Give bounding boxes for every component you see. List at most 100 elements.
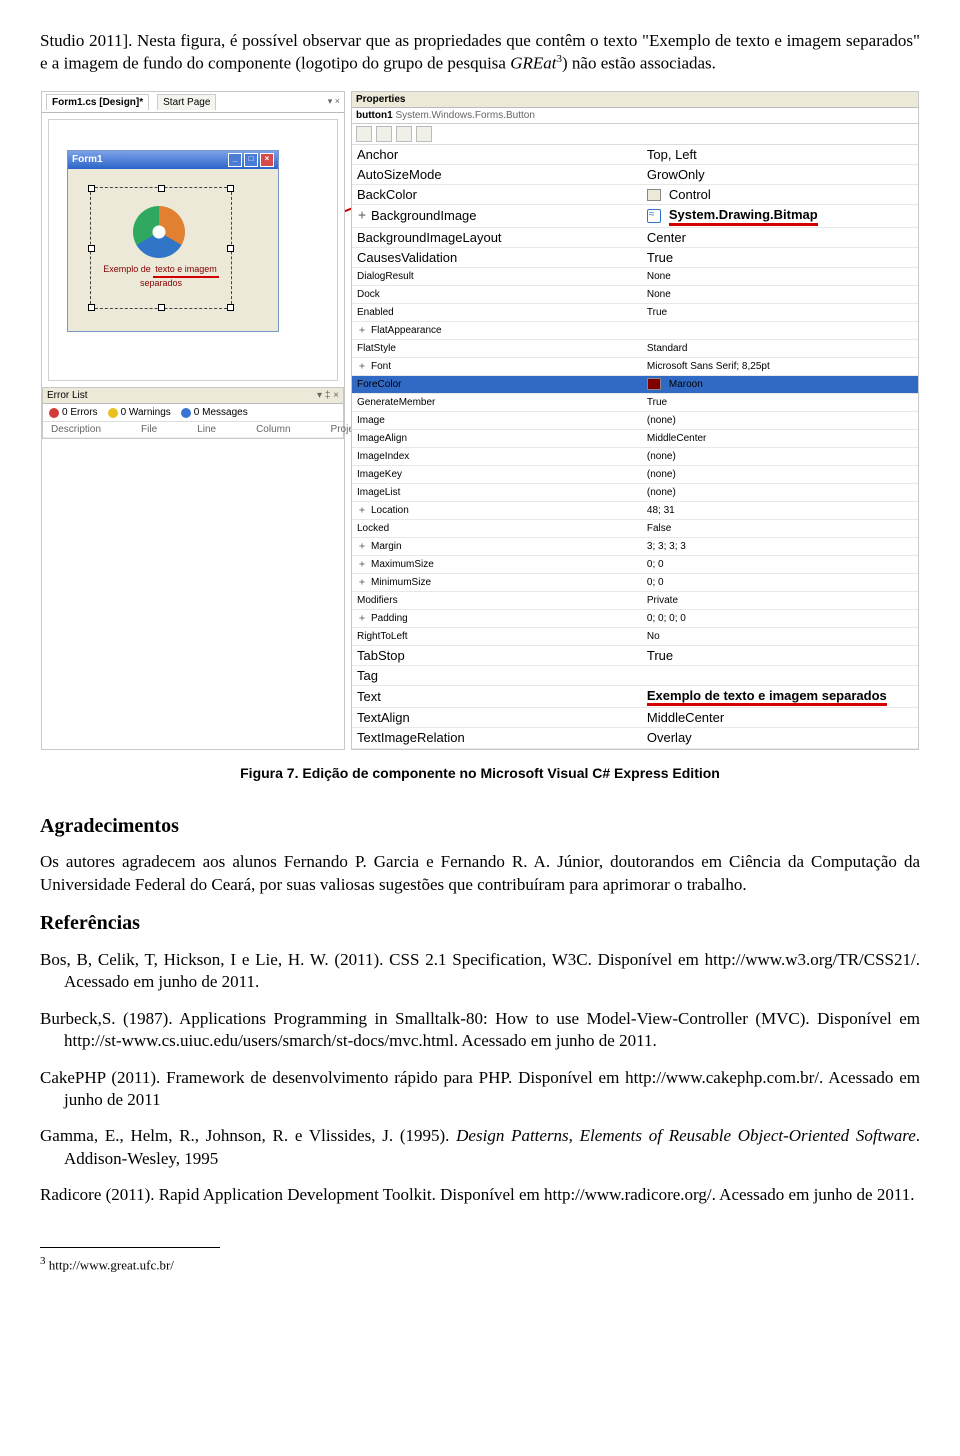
- expand-icon[interactable]: +: [357, 207, 367, 224]
- expand-icon[interactable]: +: [357, 504, 367, 517]
- col-line[interactable]: Line: [197, 423, 216, 436]
- property-value[interactable]: Microsoft Sans Serif; 8,25pt: [642, 358, 918, 376]
- property-name[interactable]: Text: [352, 686, 642, 708]
- property-grid-top[interactable]: AnchorTop, LeftAutoSizeModeGrowOnlyBackC…: [352, 145, 918, 268]
- property-value[interactable]: Center: [642, 228, 918, 248]
- property-value[interactable]: Exemplo de texto e imagem separados: [642, 686, 918, 708]
- property-name[interactable]: RightToLeft: [352, 628, 642, 646]
- resize-handle[interactable]: [158, 304, 165, 311]
- warnings-filter[interactable]: 0 Warnings: [108, 406, 171, 419]
- resize-handle[interactable]: [88, 245, 95, 252]
- col-description[interactable]: Description: [51, 423, 101, 436]
- button1-component[interactable]: Exemplo de texto e imagem separados: [90, 187, 232, 309]
- property-name[interactable]: +FlatAppearance: [352, 322, 642, 340]
- col-column[interactable]: Column: [256, 423, 290, 436]
- property-value[interactable]: 0; 0; 0; 0: [642, 610, 918, 628]
- property-name[interactable]: CausesValidation: [352, 248, 642, 268]
- property-value[interactable]: [642, 322, 918, 340]
- property-name[interactable]: Locked: [352, 520, 642, 538]
- form1-body[interactable]: Exemplo de texto e imagem separados: [68, 169, 278, 329]
- messages-filter[interactable]: 0 Messages: [181, 406, 248, 419]
- property-name[interactable]: ForeColor: [352, 376, 642, 394]
- property-name[interactable]: ImageList: [352, 484, 642, 502]
- events-icon[interactable]: [416, 126, 432, 142]
- expand-icon[interactable]: +: [357, 558, 367, 571]
- property-value[interactable]: (none): [642, 448, 918, 466]
- property-name[interactable]: BackColor: [352, 185, 642, 205]
- expand-icon[interactable]: +: [357, 360, 367, 373]
- property-value[interactable]: 3; 3; 3; 3: [642, 538, 918, 556]
- property-value[interactable]: Overlay: [642, 728, 918, 748]
- resize-handle[interactable]: [88, 304, 95, 311]
- expand-icon[interactable]: +: [357, 612, 367, 625]
- property-name[interactable]: BackgroundImageLayout: [352, 228, 642, 248]
- tab-form1-design[interactable]: Form1.cs [Design]*: [46, 94, 149, 110]
- property-name[interactable]: TextImageRelation: [352, 728, 642, 748]
- property-grid-bottom[interactable]: TabStopTrueTagTextExemplo de texto e ima…: [352, 646, 918, 749]
- minimize-icon[interactable]: _: [228, 153, 242, 167]
- property-value[interactable]: None: [642, 268, 918, 286]
- property-name[interactable]: +Padding: [352, 610, 642, 628]
- property-name[interactable]: ImageIndex: [352, 448, 642, 466]
- property-value[interactable]: True: [642, 394, 918, 412]
- property-value[interactable]: True: [642, 646, 918, 666]
- property-value[interactable]: True: [642, 304, 918, 322]
- resize-handle[interactable]: [227, 245, 234, 252]
- property-value[interactable]: [642, 666, 918, 686]
- property-value[interactable]: GrowOnly: [642, 165, 918, 185]
- resize-handle[interactable]: [88, 185, 95, 192]
- form1-window[interactable]: Form1 _ □ ×: [67, 150, 279, 332]
- expand-icon[interactable]: +: [357, 576, 367, 589]
- property-value[interactable]: MiddleCenter: [642, 430, 918, 448]
- col-file[interactable]: File: [141, 423, 157, 436]
- property-name[interactable]: +BackgroundImage: [352, 205, 642, 227]
- property-name[interactable]: Anchor: [352, 145, 642, 165]
- property-value[interactable]: None: [642, 286, 918, 304]
- property-value[interactable]: 0; 0: [642, 574, 918, 592]
- property-value[interactable]: 48; 31: [642, 502, 918, 520]
- properties-object[interactable]: button1 System.Windows.Forms.Button: [352, 108, 918, 124]
- property-name[interactable]: +MaximumSize: [352, 556, 642, 574]
- error-list-controls[interactable]: ▾ ‡ ×: [317, 389, 339, 402]
- expand-icon[interactable]: +: [357, 540, 367, 553]
- property-value[interactable]: No: [642, 628, 918, 646]
- property-value[interactable]: (none): [642, 412, 918, 430]
- resize-handle[interactable]: [227, 304, 234, 311]
- property-name[interactable]: ImageKey: [352, 466, 642, 484]
- tab-start-page[interactable]: Start Page: [157, 94, 216, 110]
- property-name[interactable]: +MinimumSize: [352, 574, 642, 592]
- property-name[interactable]: Enabled: [352, 304, 642, 322]
- categorized-icon[interactable]: [356, 126, 372, 142]
- property-name[interactable]: Modifiers: [352, 592, 642, 610]
- property-name[interactable]: Image: [352, 412, 642, 430]
- property-name[interactable]: FlatStyle: [352, 340, 642, 358]
- property-value[interactable]: Control: [642, 185, 918, 205]
- property-name[interactable]: Dock: [352, 286, 642, 304]
- property-value[interactable]: Standard: [642, 340, 918, 358]
- designer-canvas[interactable]: Form1 _ □ ×: [48, 119, 338, 381]
- property-grid-mid[interactable]: DialogResultNoneDockNoneEnabledTrue+Flat…: [352, 268, 918, 646]
- property-value[interactable]: False: [642, 520, 918, 538]
- close-icon[interactable]: ×: [260, 153, 274, 167]
- property-name[interactable]: GenerateMember: [352, 394, 642, 412]
- resize-handle[interactable]: [158, 185, 165, 192]
- property-name[interactable]: ImageAlign: [352, 430, 642, 448]
- property-value[interactable]: Private: [642, 592, 918, 610]
- property-name[interactable]: +Margin: [352, 538, 642, 556]
- property-value[interactable]: Maroon: [642, 376, 918, 394]
- tab-controls[interactable]: ▾ ×: [328, 96, 340, 108]
- property-name[interactable]: AutoSizeMode: [352, 165, 642, 185]
- property-name[interactable]: +Font: [352, 358, 642, 376]
- property-value[interactable]: 0; 0: [642, 556, 918, 574]
- property-name[interactable]: TextAlign: [352, 708, 642, 728]
- property-name[interactable]: +Location: [352, 502, 642, 520]
- property-value[interactable]: (none): [642, 466, 918, 484]
- property-value[interactable]: MiddleCenter: [642, 708, 918, 728]
- errors-filter[interactable]: 0 Errors: [49, 406, 98, 419]
- form1-titlebar[interactable]: Form1 _ □ ×: [68, 151, 278, 169]
- property-value[interactable]: (none): [642, 484, 918, 502]
- alphabetical-icon[interactable]: [376, 126, 392, 142]
- property-name[interactable]: TabStop: [352, 646, 642, 666]
- properties-icon[interactable]: [396, 126, 412, 142]
- property-value[interactable]: Top, Left: [642, 145, 918, 165]
